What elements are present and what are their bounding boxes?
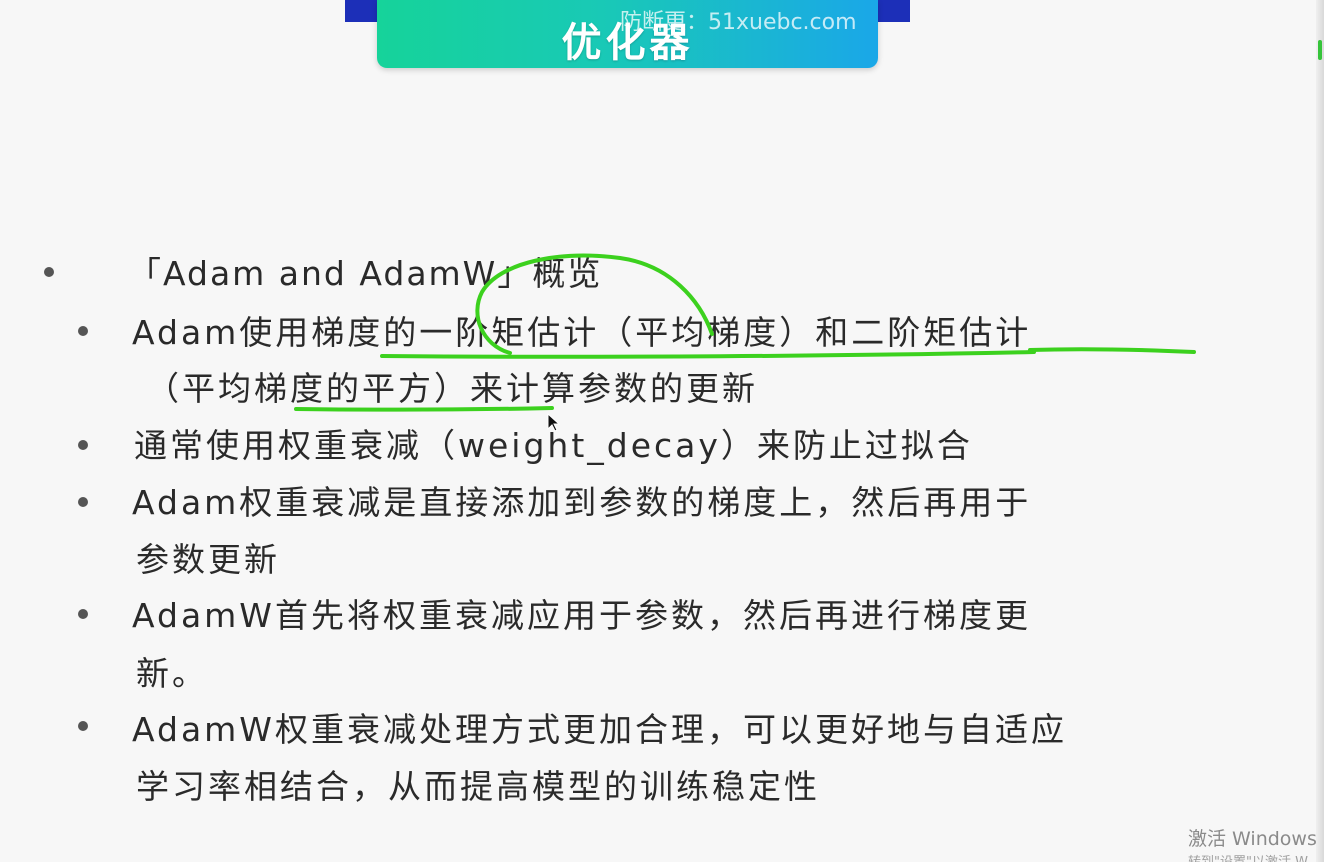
- activate-windows-subtitle: 转到"设置"以激活 W: [1188, 851, 1308, 862]
- pen-loop: [475, 253, 714, 355]
- pen-underline-2: [1028, 347, 1196, 354]
- mouse-cursor-icon: [547, 413, 561, 432]
- pen-annotations: [294, 253, 1196, 412]
- activate-windows-title: 激活 Windows: [1188, 828, 1317, 850]
- pen-underline-3: [294, 406, 554, 412]
- pen-underline-1: [380, 350, 1036, 359]
